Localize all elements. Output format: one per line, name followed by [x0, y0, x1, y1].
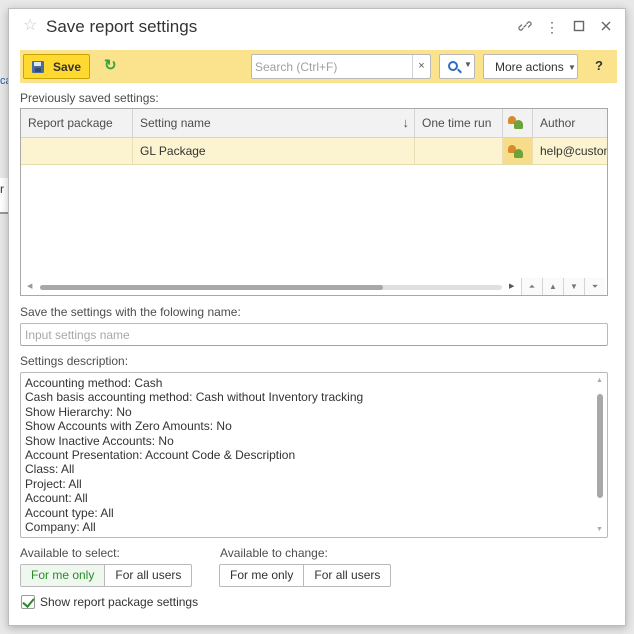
change-for-me-only-option[interactable]: For me only	[220, 565, 305, 586]
description-line: Show Inactive Accounts: No	[25, 433, 174, 448]
table-row[interactable]: GL Package help@customer	[21, 138, 607, 165]
help-button[interactable]: ?	[590, 58, 608, 76]
select-for-all-users-option[interactable]: For all users	[105, 565, 191, 586]
previous-row-icon[interactable]: ▲	[542, 278, 563, 295]
close-icon[interactable]	[598, 19, 614, 35]
more-vertical-icon[interactable]: ⋮	[544, 19, 560, 35]
description-line: Show Accounts with Zero Amounts: No	[25, 419, 232, 434]
more-actions-button[interactable]: More actions ▼	[483, 54, 578, 79]
star-icon[interactable]: ☆	[23, 18, 39, 34]
scroll-up-icon[interactable]: ▲	[596, 377, 603, 384]
settings-name-input[interactable]	[20, 323, 608, 346]
search-button[interactable]: ▼	[439, 54, 475, 79]
settings-description-box[interactable]: Accounting method: Cash Cash basis accou…	[20, 372, 608, 538]
package-icon	[508, 114, 524, 130]
description-line: Account Presentation: Account Code & Des…	[25, 448, 296, 463]
available-to-change-label: Available to change:	[220, 546, 328, 560]
description-line: Account type: All	[25, 505, 114, 520]
description-text: Accounting method: Cash Cash basis accou…	[25, 376, 590, 534]
description-line: Project: All	[25, 476, 82, 491]
scroll-down-icon[interactable]: ▼	[596, 526, 603, 533]
cell-report-package	[21, 138, 133, 164]
available-to-select-toggle: For me only For all users	[20, 564, 193, 587]
floppy-disk-icon	[32, 61, 44, 73]
show-package-checkbox[interactable]	[21, 595, 35, 609]
horizontal-scrollbar[interactable]: ◀ ▶ ⏶ ▲ ▼ ⏷	[21, 278, 607, 295]
cell-package-icon	[503, 138, 533, 164]
dialog-title: Save report settings	[46, 17, 198, 36]
chevron-down-icon: ▼	[568, 63, 576, 72]
available-to-select-label: Available to select:	[20, 546, 120, 560]
sort-descending-icon: ↓	[402, 115, 410, 130]
more-actions-label: More actions	[495, 60, 564, 74]
toolbar: Save ↻ × ▼ More actions ▼ ?	[20, 50, 617, 83]
cell-one-time-run	[415, 138, 503, 164]
column-header-package-icon[interactable]	[503, 109, 533, 138]
description-line: Accounting method: Cash	[25, 376, 163, 390]
save-button[interactable]: Save	[23, 54, 90, 79]
background-fragment-b: r	[0, 178, 8, 214]
name-field-label: Save the settings with the folowing name…	[20, 305, 241, 319]
available-to-change-toggle: For me only For all users	[219, 564, 392, 587]
cell-setting-name: GL Package	[133, 138, 415, 164]
link-icon[interactable]	[517, 19, 533, 35]
chevron-down-icon: ▼	[464, 60, 472, 69]
search-box: ×	[251, 54, 431, 79]
scroll-left-icon[interactable]: ◀	[27, 282, 32, 290]
save-report-settings-dialog: ☆ Save report settings ⋮ Save ↻ × ▼ More…	[8, 8, 626, 626]
titlebar: ☆ Save report settings ⋮	[9, 9, 625, 47]
select-for-me-only-option[interactable]: For me only	[21, 565, 106, 586]
next-row-icon[interactable]: ▼	[563, 278, 584, 295]
column-header-setting-name[interactable]: Setting name ↓	[133, 109, 415, 138]
background-fragment-a: ca	[0, 75, 8, 87]
search-icon	[448, 61, 458, 71]
saved-settings-table: Report package Setting name ↓ One time ru…	[20, 108, 608, 296]
scroll-right-icon[interactable]: ▶	[509, 282, 514, 290]
cell-author: help@customer	[540, 144, 607, 158]
scroll-thumb[interactable]	[40, 285, 383, 290]
last-row-icon[interactable]: ⏷	[584, 278, 605, 295]
scroll-track[interactable]	[40, 285, 502, 290]
show-package-label[interactable]: Show report package settings	[40, 595, 198, 609]
first-row-icon[interactable]: ⏶	[521, 278, 542, 295]
table-header: Report package Setting name ↓ One time ru…	[21, 109, 607, 138]
package-icon	[508, 143, 524, 159]
column-header-author[interactable]: Author	[533, 109, 607, 138]
description-line: Class: All	[25, 462, 75, 477]
refresh-icon[interactable]: ↻	[104, 58, 120, 74]
change-for-all-users-option[interactable]: For all users	[304, 565, 390, 586]
vertical-scrollbar[interactable]: ▲ ▼	[593, 373, 607, 537]
description-label: Settings description:	[20, 354, 129, 368]
description-line: Company: All	[25, 520, 96, 535]
description-line: Account: All	[25, 491, 88, 506]
description-line: Cash basis accounting method: Cash witho…	[25, 390, 364, 405]
search-clear-button[interactable]: ×	[412, 55, 430, 78]
search-input[interactable]	[255, 58, 411, 75]
maximize-icon[interactable]	[571, 19, 587, 35]
scroll-thumb[interactable]	[597, 394, 603, 498]
column-header-one-time-run[interactable]: One time run	[415, 109, 503, 138]
save-button-label: Save	[53, 60, 82, 74]
previously-saved-label: Previously saved settings:	[20, 91, 159, 105]
description-line: Show Hierarchy: No	[25, 404, 132, 419]
column-header-report-package[interactable]: Report package	[21, 109, 133, 138]
